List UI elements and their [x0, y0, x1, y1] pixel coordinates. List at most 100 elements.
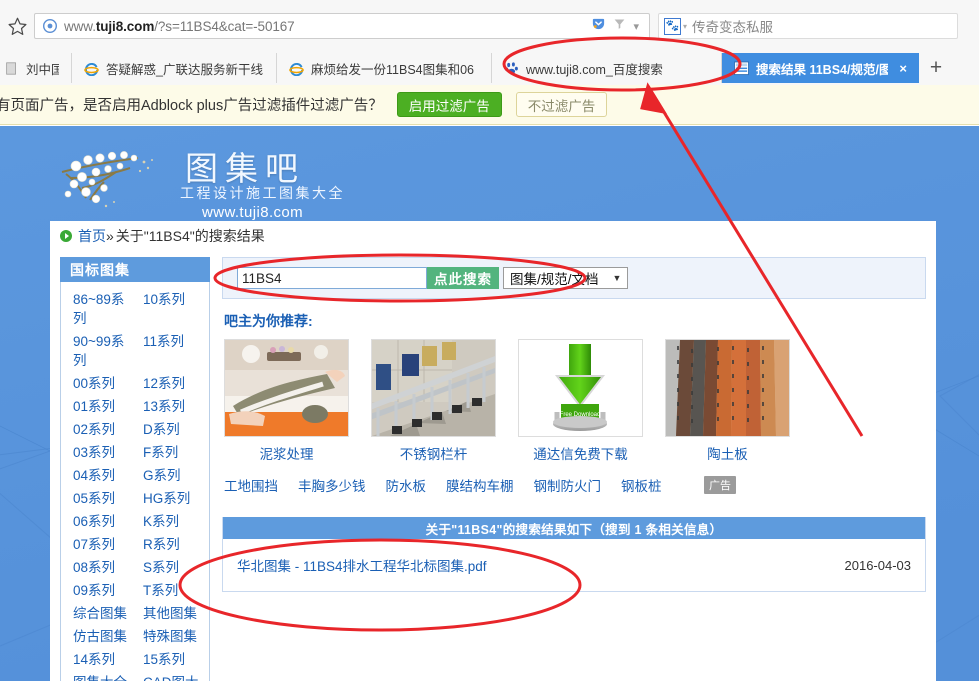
sidebar-link-10[interactable]: 03系列	[65, 441, 135, 464]
recommend-title: 吧主为你推荐:	[224, 313, 313, 329]
ie-icon	[289, 61, 304, 76]
adblock-notification-bar: 有页面广告，是否启用Adblock plus广告过滤插件过滤广告？ 启用过滤广告…	[0, 85, 979, 125]
tuji-icon	[734, 60, 749, 76]
breadcrumb-home-link[interactable]: 首页	[78, 226, 106, 246]
sidebar-link-15[interactable]: HG系列	[135, 487, 205, 510]
tab-label: www.tuji8.com_百度搜索	[526, 62, 663, 77]
sidebar-link-11[interactable]: F系列	[135, 441, 205, 464]
chevron-down-icon[interactable]: ▾	[683, 22, 687, 31]
browser-search-box[interactable]: 🐾 ▾ 传奇变态私服	[658, 13, 958, 39]
address-bar-icons: ▾	[591, 16, 645, 36]
sidebar-link-9[interactable]: D系列	[135, 418, 205, 441]
tab-4-active[interactable]: 搜索结果 11BS4/规范/图集 [9 ×	[722, 53, 919, 83]
search-input[interactable]	[237, 267, 427, 289]
sidebar-link-13[interactable]: G系列	[135, 464, 205, 487]
tab-2[interactable]: 麻烦给发一份11BS4图集和06	[277, 53, 492, 83]
recommend-item-1[interactable]: 不锈钢栏杆	[371, 339, 496, 463]
recommend-keyword-3[interactable]: 膜结构车棚	[446, 475, 514, 495]
recommend-caption[interactable]: 通达信免费下载	[518, 443, 643, 463]
tab-label: 搜索结果 11BS4/规范/图集 [9	[756, 62, 889, 77]
sidebar-link-grid: 86~89系列 10系列 90~99系列 11系列 00系列 12系列 01系列 13系列 02…	[61, 288, 209, 681]
green-download-arrow-graphic[interactable]: Free Download	[518, 339, 643, 437]
sidebar-link-24[interactable]: 综合图集	[65, 602, 135, 625]
sidebar-link-0[interactable]: 86~89系列	[65, 288, 135, 330]
sidebar-link-28[interactable]: 14系列	[65, 648, 135, 671]
recommend-item-2[interactable]: Free Download 通达信免费下载	[518, 339, 643, 463]
disable-adblock-button[interactable]: 不过滤广告	[515, 92, 608, 117]
spa-mud-treatment-photo[interactable]	[224, 339, 349, 437]
recommend-item-0[interactable]: 泥浆处理	[224, 339, 349, 463]
recommend-keyword-5[interactable]: 钢板桩	[621, 475, 662, 495]
site-page: 图集吧 工程设计施工图集大全 www.tuji8.com 首页 » 关于"11B…	[50, 126, 936, 681]
sidebar-link-25[interactable]: 其他图集	[135, 602, 205, 625]
recommend-keyword-0[interactable]: 工地围挡	[224, 475, 278, 495]
search-panel: 点此搜索 图集/规范/文档 ▼	[222, 257, 926, 299]
sidebar-link-7[interactable]: 13系列	[135, 395, 205, 418]
search-button[interactable]: 点此搜索	[427, 267, 499, 289]
plum-blossom-branch-icon	[60, 144, 180, 219]
sidebar-link-16[interactable]: 06系列	[65, 510, 135, 533]
main-content: 点此搜索 图集/规范/文档 ▼ 吧主为你推荐:	[210, 257, 936, 681]
tab-0[interactable]: 刘中国百年	[0, 53, 72, 83]
sidebar-link-14[interactable]: 05系列	[65, 487, 135, 510]
sidebar-link-6[interactable]: 01系列	[65, 395, 135, 418]
stainless-steel-railing-photo[interactable]	[371, 339, 496, 437]
reader-icon[interactable]	[613, 17, 626, 35]
browser-search-placeholder: 传奇变态私服	[692, 20, 774, 35]
recommend-keyword-4[interactable]: 钢制防火门	[534, 475, 602, 495]
sidebar-link-30[interactable]: 图集大全	[65, 671, 135, 681]
site-logo-url: www.tuji8.com	[202, 204, 304, 221]
sidebar-link-20[interactable]: 08系列	[65, 556, 135, 579]
sidebar: 国标图集 86~89系列 10系列 90~99系列 11系列 00系列 12系列 01系列 1…	[50, 257, 210, 681]
close-icon[interactable]: ×	[899, 61, 907, 76]
new-tab-button[interactable]: +	[919, 53, 953, 83]
tab-3-baidu[interactable]: www.tuji8.com_百度搜索	[492, 53, 722, 83]
sidebar-link-8[interactable]: 02系列	[65, 418, 135, 441]
ie-icon	[84, 61, 99, 76]
terracotta-panel-photo[interactable]	[665, 339, 790, 437]
sidebar-link-21[interactable]: S系列	[135, 556, 205, 579]
sidebar-heading-national: 国标图集	[60, 257, 210, 282]
recommend-caption[interactable]: 陶土板	[665, 443, 790, 463]
sidebar-link-2[interactable]: 90~99系列	[65, 330, 135, 372]
result-row-0[interactable]: 华北图集 - 11BS4排水工程华北标图集.pdf 2016-04-03	[223, 539, 925, 591]
sidebar-link-23[interactable]: T系列	[135, 579, 205, 602]
sidebar-link-22[interactable]: 09系列	[65, 579, 135, 602]
sidebar-link-1[interactable]: 10系列	[135, 288, 205, 330]
sidebar-link-27[interactable]: 特殊图集	[135, 625, 205, 648]
adblock-message: 有页面广告，是否启用Adblock plus广告过滤插件过滤广告？	[0, 98, 383, 114]
bookmark-star-icon[interactable]	[0, 10, 34, 42]
sidebar-link-19[interactable]: R系列	[135, 533, 205, 556]
sidebar-national-box: 86~89系列 10系列 90~99系列 11系列 00系列 12系列 01系列 13系列 02…	[60, 282, 210, 681]
recommend-caption[interactable]: 泥浆处理	[224, 443, 349, 463]
recommend-item-3[interactable]: 陶土板	[665, 339, 790, 463]
chevron-down-icon: ▼	[612, 273, 622, 283]
tab-1[interactable]: 答疑解惑_广联达服务新干线	[72, 53, 277, 83]
sidebar-link-17[interactable]: K系列	[135, 510, 205, 533]
address-bar[interactable]: www.tuji8.com/?s=11BS4&cat=-50167 ▾	[34, 13, 650, 39]
result-title-link[interactable]: 华北图集 - 11BS4排水工程华北标图集.pdf	[237, 555, 487, 575]
breadcrumb-separator: »	[106, 228, 114, 244]
sidebar-link-18[interactable]: 07系列	[65, 533, 135, 556]
category-select[interactable]: 图集/规范/文档 ▼	[503, 267, 629, 289]
sidebar-link-4[interactable]: 00系列	[65, 372, 135, 395]
recommend-caption[interactable]: 不锈钢栏杆	[371, 443, 496, 463]
sidebar-link-3[interactable]: 11系列	[135, 330, 205, 372]
chevron-down-icon[interactable]: ▾	[633, 20, 639, 33]
sidebar-link-26[interactable]: 仿古图集	[65, 625, 135, 648]
sidebar-link-12[interactable]: 04系列	[65, 464, 135, 487]
recommend-keyword-2[interactable]: 防水板	[386, 475, 427, 495]
sidebar-link-31[interactable]: CAD图大全	[135, 671, 205, 681]
pocket-icon[interactable]	[591, 16, 606, 36]
breadcrumb: 首页 » 关于"11BS4"的搜索结果	[50, 221, 936, 251]
sidebar-link-29[interactable]: 15系列	[135, 648, 205, 671]
sidebar-link-5[interactable]: 12系列	[135, 372, 205, 395]
enable-adblock-button[interactable]: 启用过滤广告	[396, 92, 502, 117]
result-date: 2016-04-03	[844, 557, 912, 573]
browser-chrome: www.tuji8.com/?s=11BS4&cat=-50167 ▾ 🐾 ▾ …	[0, 0, 979, 85]
site-identity-icon[interactable]	[42, 18, 58, 34]
site-header: 图集吧 工程设计施工图集大全 www.tuji8.com	[50, 126, 936, 221]
recommend-keyword-1[interactable]: 丰胸多少钱	[298, 475, 366, 495]
baidu-paw-icon	[504, 61, 519, 76]
baidu-paw-icon[interactable]: 🐾	[664, 17, 681, 35]
